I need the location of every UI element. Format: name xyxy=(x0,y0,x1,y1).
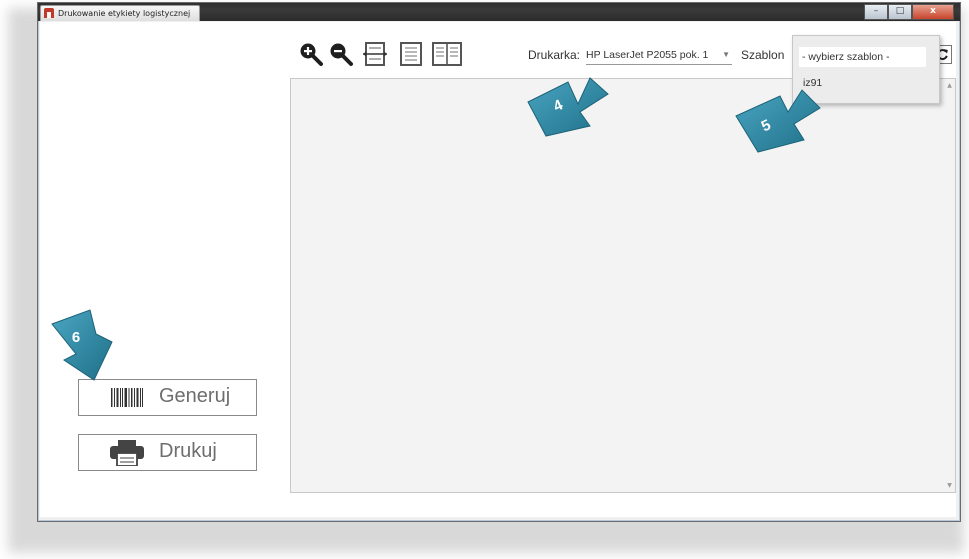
chevron-down-icon: ▼ xyxy=(722,50,730,59)
callout-marker-5: 5 xyxy=(735,89,821,153)
printer-label: Drukarka: xyxy=(528,48,581,62)
printer-icon xyxy=(110,440,144,466)
fit-width-icon[interactable] xyxy=(362,41,388,67)
window-controls: – □ x xyxy=(864,4,954,20)
two-pages-icon[interactable] xyxy=(432,41,462,67)
marker-number-6: 6 xyxy=(72,329,80,346)
zoom-in-icon[interactable] xyxy=(298,41,324,67)
print-button-label: Drukuj xyxy=(159,440,217,462)
printer-select[interactable]: HP LaserJet P2055 pok. 1 ▼ xyxy=(586,46,732,65)
callout-marker-4: 4 xyxy=(527,77,609,137)
callout-marker-6: 6 xyxy=(51,309,113,381)
single-page-icon[interactable] xyxy=(398,41,424,67)
print-button[interactable]: Drukuj xyxy=(78,434,257,471)
zoom-out-icon[interactable] xyxy=(328,41,354,67)
app-window: Drukowanie etykiety logistycznej – □ x D… xyxy=(37,2,961,522)
label-preview-area[interactable]: ▲ ▼ xyxy=(290,78,956,493)
app-icon xyxy=(44,8,54,18)
barcode-icon xyxy=(111,388,143,407)
window-title: Drukowanie etykiety logistycznej xyxy=(58,9,191,18)
template-option-selected[interactable]: - wybierz szablon - xyxy=(799,47,926,67)
scroll-up-arrow[interactable]: ▲ xyxy=(946,82,953,89)
generate-button-label: Generuj xyxy=(159,385,231,407)
minimize-button[interactable]: – xyxy=(864,4,888,20)
title-tab: Drukowanie etykiety logistycznej xyxy=(40,5,200,21)
maximize-button[interactable]: □ xyxy=(888,4,912,20)
title-bar: Drukowanie etykiety logistycznej – □ x xyxy=(38,3,960,21)
scroll-down-arrow[interactable]: ▼ xyxy=(946,482,953,489)
close-button[interactable]: x xyxy=(912,4,954,20)
printer-select-value: HP LaserJet P2055 pok. 1 xyxy=(586,49,709,61)
template-label: Szablon xyxy=(741,48,785,62)
